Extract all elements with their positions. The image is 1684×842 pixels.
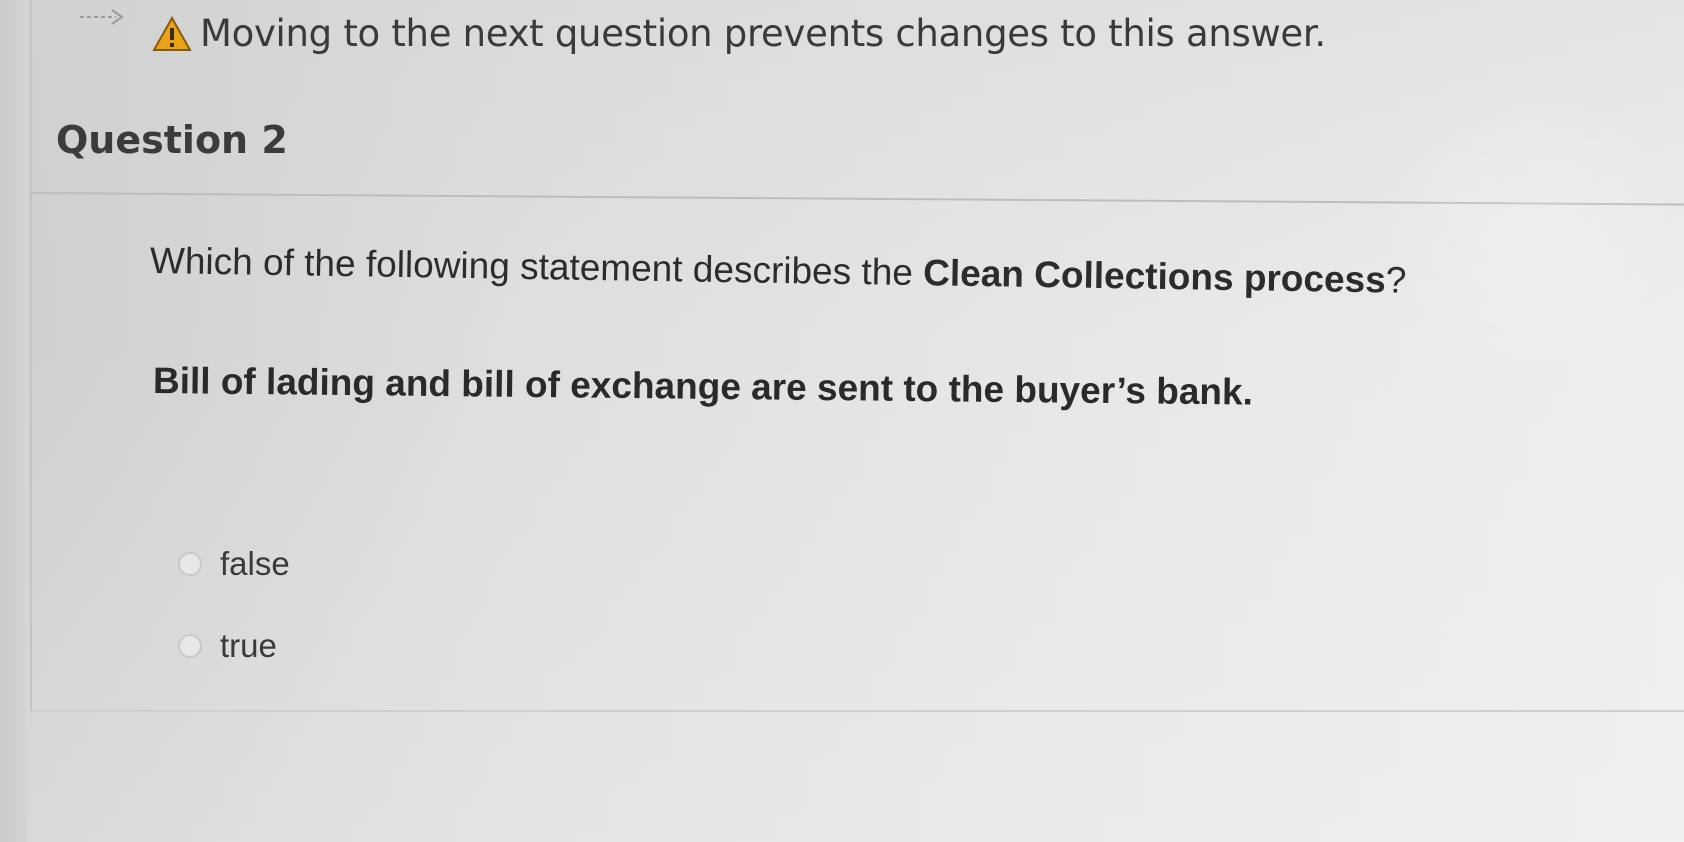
option-false[interactable]: false <box>178 545 290 583</box>
question-title: Question 2 <box>56 118 288 162</box>
warning-text: Moving to the next question prevents cha… <box>200 12 1326 55</box>
left-margin <box>0 0 28 842</box>
question-prompt-bold: Clean Collections process <box>922 252 1387 301</box>
option-true-label[interactable]: true <box>220 627 277 665</box>
radio-false[interactable] <box>178 552 202 576</box>
warning-banner: Moving to the next question prevents cha… <box>152 12 1326 55</box>
option-false-label[interactable]: false <box>220 545 290 583</box>
option-true[interactable]: true <box>178 627 277 665</box>
warning-triangle-icon <box>152 15 192 51</box>
quiz-screen: Moving to the next question prevents cha… <box>0 0 1684 842</box>
arrow-icon <box>80 9 124 25</box>
screen-glare <box>1380 80 1680 380</box>
radio-true[interactable] <box>178 634 202 658</box>
